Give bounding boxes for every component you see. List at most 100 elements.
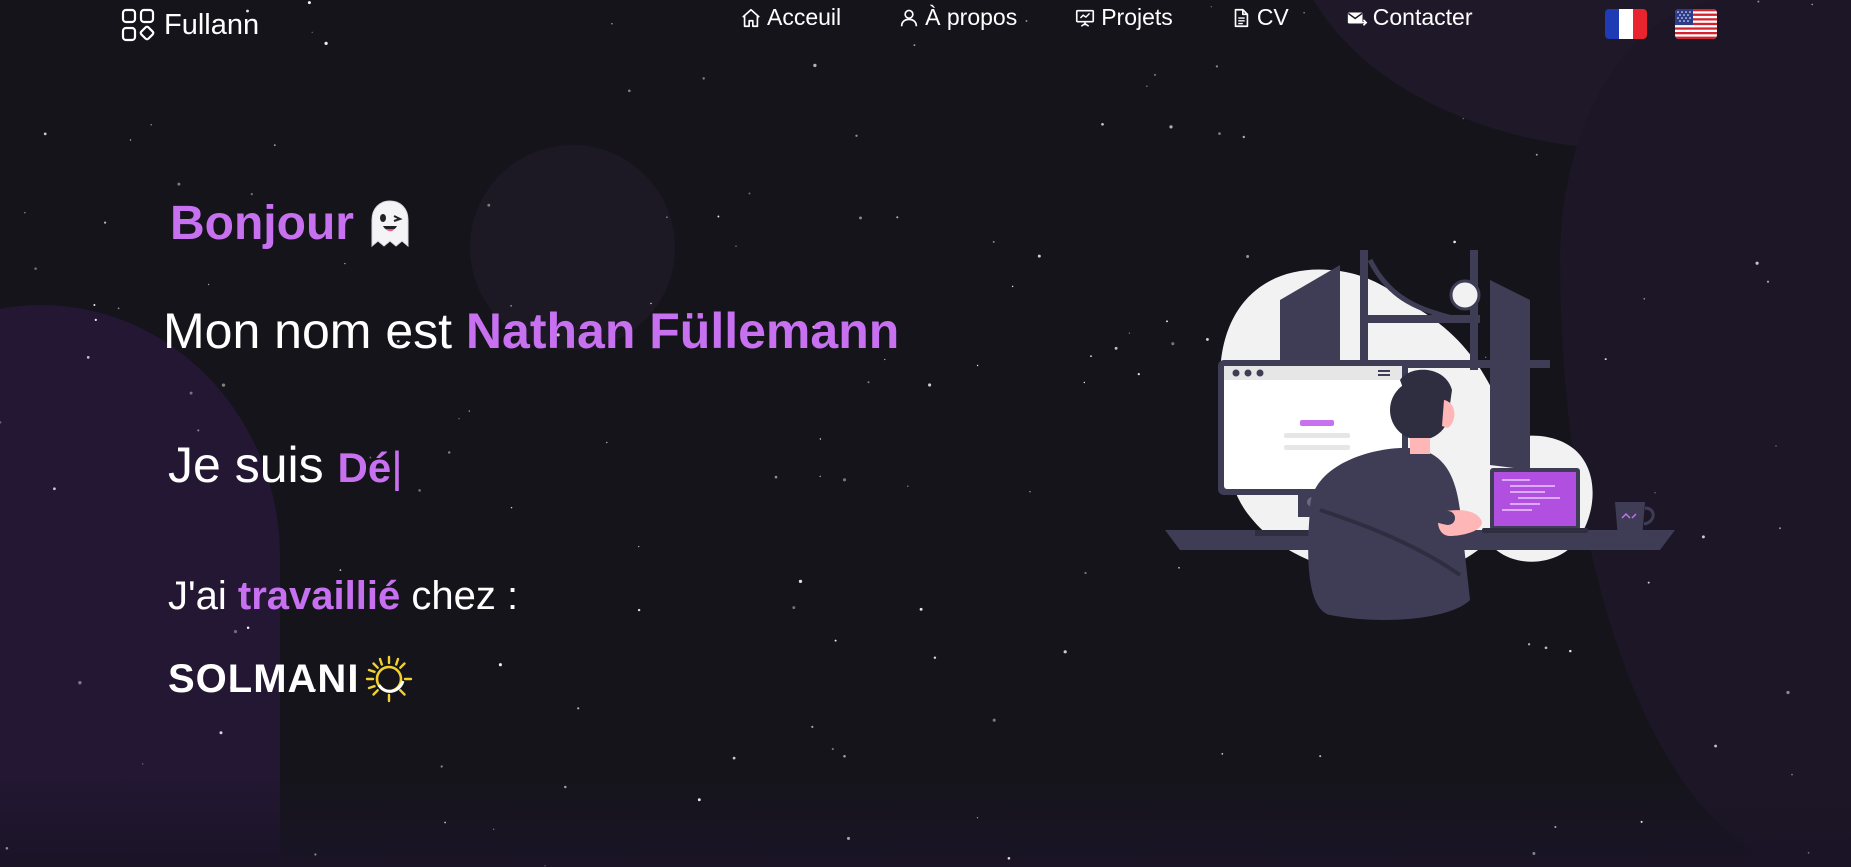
star [1037, 254, 1041, 258]
nav-item-contacter[interactable]: Contacter [1346, 4, 1473, 31]
star [702, 77, 705, 80]
nav-item-projets[interactable]: Projets [1074, 4, 1173, 31]
star [846, 836, 851, 840]
page: Fullann Acceuil À propos Projets CV Cont… [0, 0, 1851, 867]
company-name: SOLMANI [168, 656, 360, 701]
star [697, 798, 701, 802]
star [43, 132, 47, 136]
star [1807, 851, 1810, 854]
star [843, 755, 846, 758]
star [855, 134, 858, 137]
star [103, 221, 107, 224]
star [142, 763, 144, 765]
star [221, 383, 226, 387]
french-flag-icon[interactable] [1605, 9, 1647, 39]
star [129, 139, 132, 141]
star [831, 747, 834, 751]
star [859, 216, 862, 220]
apps-icon [121, 8, 155, 42]
star [907, 485, 909, 487]
star [1218, 132, 1221, 135]
star [976, 364, 979, 367]
star [418, 489, 421, 492]
star [24, 211, 26, 214]
star [1535, 153, 1538, 156]
star [1128, 332, 1131, 334]
nav-item-cv[interactable]: CV [1230, 4, 1289, 31]
star [896, 216, 899, 219]
star [1083, 381, 1086, 384]
star [1569, 649, 1572, 653]
nav-item-accueil[interactable]: Acceuil [740, 4, 841, 31]
star [498, 663, 502, 667]
star [94, 318, 97, 322]
star [1766, 280, 1770, 283]
star [1755, 261, 1759, 265]
star [493, 828, 495, 830]
typewriter-cursor: | [391, 443, 403, 492]
worked-line: J'ai travaillié chez : [168, 574, 518, 619]
brand-name: Fullann [164, 8, 260, 41]
star [774, 475, 778, 479]
star [447, 451, 451, 454]
star [117, 307, 120, 310]
nav-item-a-propos[interactable]: À propos [898, 4, 1017, 31]
star [1544, 646, 1548, 650]
full-name: Nathan Füllemann [465, 303, 900, 359]
worked-highlight: travaillié [237, 574, 401, 618]
star [197, 429, 200, 432]
star [1146, 85, 1148, 87]
star [992, 240, 995, 243]
star [34, 267, 37, 270]
us-flag-icon[interactable] [1675, 9, 1717, 39]
star [1114, 346, 1118, 350]
star [78, 681, 82, 685]
worked-suffix: chez : [400, 574, 519, 618]
star [748, 192, 751, 195]
star [1701, 535, 1705, 539]
navbar: Fullann Acceuil À propos Projets CV Cont… [0, 0, 1851, 52]
star [339, 569, 342, 571]
star [1462, 117, 1465, 120]
star [813, 63, 817, 68]
star [0, 421, 2, 424]
star [1169, 125, 1173, 129]
sun-icon [366, 655, 413, 703]
star [637, 608, 641, 612]
document-icon [1234, 8, 1249, 27]
star [1029, 490, 1031, 493]
star [717, 215, 720, 218]
star [811, 725, 814, 729]
star [1532, 852, 1536, 855]
nav-item-label: Acceuil [767, 4, 842, 30]
developer-illustration [1165, 250, 1675, 620]
brand-logo[interactable]: Fullann [120, 6, 259, 44]
star [928, 383, 932, 387]
star [344, 262, 346, 265]
company-logo-solmani[interactable]: SOLMANI [168, 655, 413, 703]
name-prefix: Mon nom est [163, 303, 466, 359]
star [666, 216, 668, 219]
star [577, 707, 580, 710]
star [246, 626, 250, 629]
typewriter-text: Dé [337, 444, 392, 491]
star [834, 639, 837, 642]
worked-prefix: J'ai [168, 574, 238, 618]
nav-links: Acceuil À propos Projets CV Contacter [740, 4, 1472, 31]
star [1319, 755, 1322, 758]
star [732, 756, 736, 760]
star [735, 245, 737, 247]
star [444, 821, 446, 824]
presentation-icon [1076, 9, 1095, 27]
star [93, 304, 96, 306]
mail-icon [1347, 12, 1368, 26]
star [5, 847, 9, 850]
star [1221, 753, 1224, 755]
star [638, 545, 640, 548]
home-icon [742, 8, 760, 27]
nav-item-label: Contacter [1372, 4, 1473, 30]
star [819, 475, 821, 478]
star [468, 410, 470, 412]
star [53, 487, 56, 491]
star [976, 817, 979, 819]
